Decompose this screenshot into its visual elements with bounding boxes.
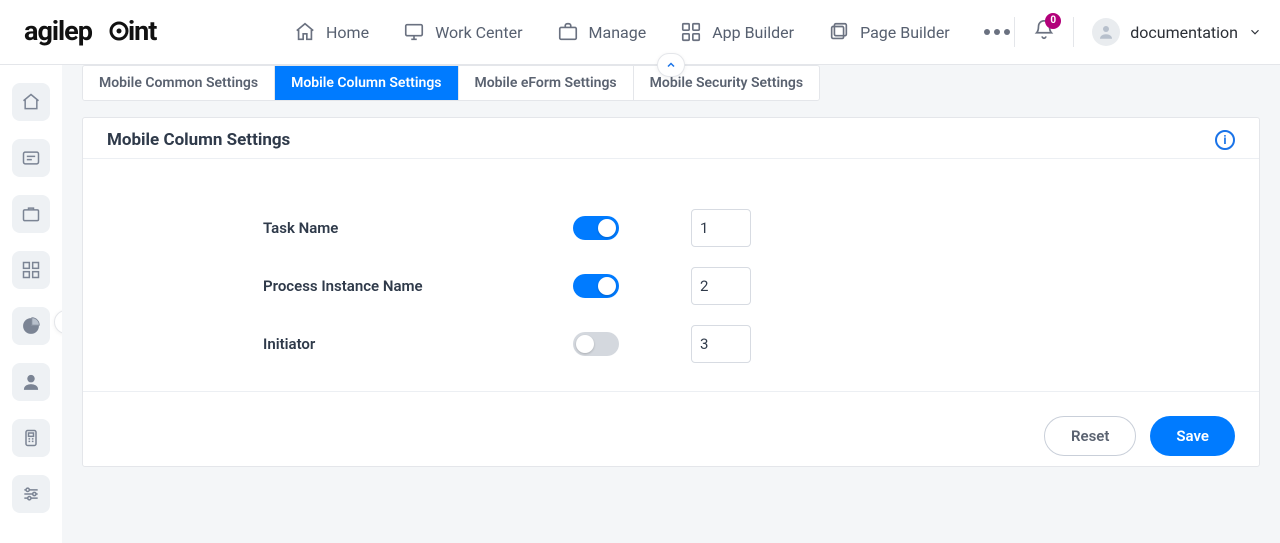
- nav-label: Home: [326, 23, 369, 42]
- tabs: Mobile Common Settings Mobile Column Set…: [82, 65, 820, 101]
- rail-sliders[interactable]: [12, 475, 50, 513]
- topbar: agilep int Home Work Center Manage: [0, 0, 1280, 65]
- user-menu[interactable]: documentation: [1092, 18, 1262, 46]
- nav-label: Work Center: [435, 23, 522, 42]
- nav-label: App Builder: [712, 23, 794, 42]
- siderail: [0, 65, 62, 543]
- rail-user[interactable]: [12, 363, 50, 401]
- save-button[interactable]: Save: [1150, 416, 1235, 456]
- setting-row: Process Instance Name 2: [263, 257, 1235, 315]
- nav-home[interactable]: Home: [294, 21, 369, 43]
- monitor-icon: [403, 21, 425, 43]
- nav-app-builder[interactable]: App Builder: [680, 21, 794, 43]
- rail-list[interactable]: [12, 139, 50, 177]
- panel-footer: Reset Save: [83, 392, 1259, 466]
- info-icon[interactable]: i: [1215, 130, 1235, 150]
- top-nav: Home Work Center Manage App Builder Page…: [294, 21, 1010, 43]
- tab-mobile-column-settings[interactable]: Mobile Column Settings: [275, 66, 458, 100]
- order-input-task-name[interactable]: 1: [691, 209, 751, 247]
- toggle-task-name[interactable]: [573, 216, 619, 240]
- order-input-process-instance-name[interactable]: 2: [691, 267, 751, 305]
- briefcase-icon: [557, 21, 579, 43]
- settings-panel: Mobile Column Settings i Task Name 1 Pro…: [82, 117, 1260, 467]
- toggle-process-instance-name[interactable]: [573, 274, 619, 298]
- rail-apps[interactable]: [12, 251, 50, 289]
- order-input-initiator[interactable]: 3: [691, 325, 751, 363]
- setting-row: Initiator 3: [263, 315, 1235, 373]
- username: documentation: [1130, 23, 1238, 42]
- row-label: Initiator: [263, 335, 573, 353]
- separator: [1014, 17, 1015, 47]
- setting-row: Task Name 1: [263, 199, 1235, 257]
- layers-icon: [828, 21, 850, 43]
- home-icon: [294, 21, 316, 43]
- tab-mobile-eform-settings[interactable]: Mobile eForm Settings: [459, 66, 634, 100]
- svg-text:agilep: agilep: [24, 15, 93, 47]
- avatar: [1092, 18, 1120, 46]
- nav-manage[interactable]: Manage: [557, 21, 647, 43]
- chevron-down-icon: [1248, 25, 1262, 39]
- panel-title: Mobile Column Settings: [107, 130, 290, 150]
- rail-briefcase[interactable]: [12, 195, 50, 233]
- nav-work-center[interactable]: Work Center: [403, 21, 522, 43]
- nav-label: Page Builder: [860, 23, 950, 42]
- svg-text:int: int: [128, 15, 157, 47]
- shell: Mobile Common Settings Mobile Column Set…: [0, 65, 1280, 543]
- top-right: 0 documentation: [1014, 17, 1262, 47]
- content: Mobile Common Settings Mobile Column Set…: [62, 65, 1280, 543]
- row-label: Task Name: [263, 219, 573, 237]
- form-area: Task Name 1 Process Instance Name 2 Init…: [83, 159, 1259, 392]
- nav-label: Manage: [589, 23, 647, 42]
- nav-more[interactable]: [984, 29, 1010, 35]
- nav-page-builder[interactable]: Page Builder: [828, 21, 950, 43]
- logo: agilep int: [24, 15, 184, 49]
- tab-mobile-common-settings[interactable]: Mobile Common Settings: [83, 66, 275, 100]
- row-label: Process Instance Name: [263, 277, 573, 295]
- rail-device[interactable]: [12, 419, 50, 457]
- reset-button[interactable]: Reset: [1044, 416, 1136, 456]
- separator: [1073, 17, 1074, 47]
- apps-icon: [680, 21, 702, 43]
- rail-chart[interactable]: [12, 307, 50, 345]
- notification-count-badge: 0: [1045, 13, 1061, 29]
- rail-home[interactable]: [12, 83, 50, 121]
- notifications-button[interactable]: 0: [1033, 19, 1055, 45]
- collapse-top-button[interactable]: [657, 53, 685, 77]
- toggle-initiator[interactable]: [573, 332, 619, 356]
